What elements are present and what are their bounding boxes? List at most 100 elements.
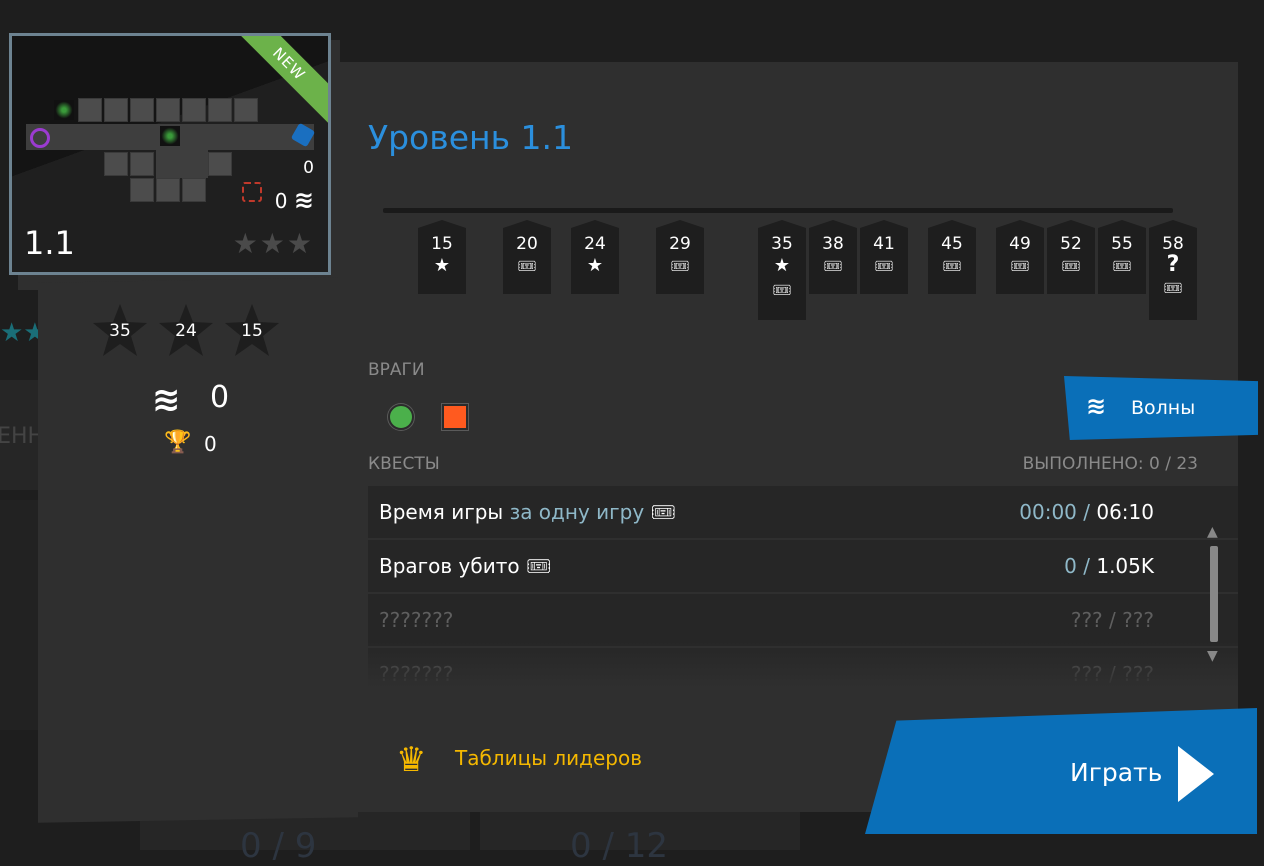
leaderboards-link[interactable]: Таблицы лидеров [455,746,642,770]
map-path [156,150,208,178]
ticket-icon: 🎟 [517,257,537,275]
question-icon: ? [1166,252,1180,277]
scroll-down-icon[interactable]: ▼ [1207,648,1218,664]
waves-icon: ≋ [152,380,181,420]
map-tile [208,98,232,122]
map-tile [104,98,128,122]
ticket-icon: 🎟 [1010,257,1030,275]
timeline-wave-number: 20 [516,234,538,254]
timeline-wave-number: 38 [822,234,844,254]
quests-label: КВЕСТЫ [368,454,440,474]
quest-title: Время игры [379,500,504,524]
ticket-icon: 🎟 [1112,257,1132,275]
timeline-marker: 58? 🎟 [1149,220,1197,320]
quests-progress: ВЫПОЛНЕНО: 0 / 23 [1022,454,1198,474]
timeline-wave-number: 35 [771,234,793,254]
timeline-marker: 38 🎟 [809,220,857,294]
star-threshold-value: 35 [109,321,131,341]
wave-timeline [383,208,1173,213]
star-icon: ★ [433,255,451,276]
quest-title: ??????? [379,608,454,632]
quest-list-fade [368,640,1238,688]
ticket-icon: 🎟 [1061,257,1081,275]
background-count: 0 / 9 [240,826,317,866]
level-thumbnail[interactable]: NEW 0 0 ≋ ★★★ 1.1 [9,33,331,275]
thumbnail-waves: 0 ≋ [275,186,314,214]
timeline-marker: 52 🎟 [1047,220,1095,294]
trophy-icon: 🏆 [164,430,192,455]
tower-icon [242,182,262,202]
crown-icon[interactable]: ♛ [396,740,426,780]
quest-current: ??? [1070,608,1103,632]
quest-current: 00:00 [1019,500,1077,524]
timeline-wave-number: 24 [584,234,606,254]
map-tile [182,98,206,122]
ticket-icon: 🎟 [525,554,552,578]
thumbnail-count: 0 [303,158,314,178]
quest-row: Врагов убито 🎟 0 / 1.05K [368,540,1238,594]
map-tile [156,178,180,202]
timeline-wave-number: 52 [1060,234,1082,254]
map-tile [208,152,232,176]
ticket-icon: 🎟 [823,257,843,275]
quest-value: 00:00 / 06:10 [1019,500,1154,524]
waves-button[interactable]: ≋ Волны [1064,376,1258,440]
timeline-wave-number: 29 [669,234,691,254]
map-tile [130,98,154,122]
play-button-label: Играть [1070,758,1163,787]
timeline-wave-number: 55 [1111,234,1133,254]
quest-scrollbar[interactable] [1210,546,1218,642]
waves-record: 0 [210,380,230,415]
quest-target: ??? [1122,608,1154,632]
quest-target: 06:10 [1096,500,1154,524]
quest-value: 0 / 1.05K [1064,554,1154,578]
enemy-cluster-icon [54,100,74,120]
star-threshold-badge: 24 [157,302,215,358]
enemy-type-square-icon[interactable] [442,404,468,430]
map-tile [130,178,154,202]
waves-icon: ≋ [293,186,314,214]
timeline-marker: 55 🎟 [1098,220,1146,294]
enemy-type-circle-icon[interactable] [388,404,414,430]
spawn-portal-icon [30,128,50,148]
quest-title: Врагов убито [379,554,520,578]
timeline-marker: 20 🎟 [503,220,551,294]
quest-row: Время игры за одну игру 🎟 00:00 / 06:10 [368,486,1238,540]
map-tile [78,98,102,122]
star-threshold-value: 24 [175,321,197,341]
enemy-cluster-icon [160,126,180,146]
timeline-wave-number: 58 [1162,234,1184,254]
ticket-icon: 🎟 [772,281,792,299]
trophy-count: 0 [204,432,217,456]
quest-name: Время игры за одну игру 🎟 [379,500,676,524]
ticket-icon: 🎟 [1163,279,1183,297]
timeline-marker: 49 🎟 [996,220,1044,294]
ticket-icon: 🎟 [874,257,894,275]
scroll-up-icon[interactable]: ▲ [1207,524,1218,540]
ticket-icon: 🎟 [650,500,676,524]
star-threshold-value: 15 [241,321,263,341]
timeline-wave-number: 45 [941,234,963,254]
map-tile [182,178,206,202]
quest-current: 0 [1064,554,1077,578]
map-tile [104,152,128,176]
timeline-wave-number: 49 [1009,234,1031,254]
timeline-marker: 35 ★ 🎟 [758,220,806,320]
star-threshold-badge: 35 [91,302,149,358]
background-tile [0,500,40,730]
waves-button-label: Волны [1131,397,1196,419]
thumbnail-waves-value: 0 [274,189,288,213]
timeline-marker: 15 ★ [418,220,466,294]
star-icon: ★ [586,255,604,276]
quest-target: 1.05K [1096,554,1154,578]
ticket-icon: 🎟 [942,257,962,275]
background-count: 0 / 12 [570,826,668,866]
timeline-wave-number: 41 [873,234,895,254]
timeline-marker: 41 🎟 [860,220,908,294]
play-button[interactable]: Играть [865,708,1257,834]
enemies-label: ВРАГИ [368,360,425,380]
quest-sub: за одну игру [509,500,645,524]
timeline-marker: 29 🎟 [656,220,704,294]
quest-separator: / [1076,554,1097,578]
star-icon: ★ [773,255,791,276]
